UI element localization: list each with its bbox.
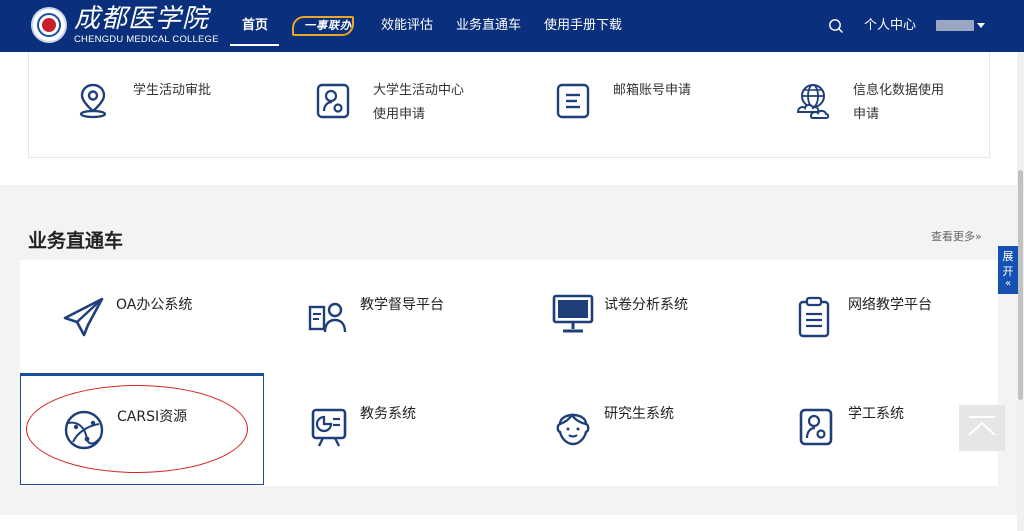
app-student-center-booking[interactable]: 大学生活动中心 使用申请 (315, 82, 535, 132)
college-logo[interactable]: 成都医学院 CHENGDU MEDICAL COLLEGE (31, 4, 221, 46)
double-chevron-left-icon: « (1004, 278, 1012, 289)
monitor-icon (552, 294, 594, 333)
presentation-chart-icon (311, 408, 347, 447)
service-oa-office[interactable]: OA办公系统 (20, 260, 264, 372)
expand-tab-char-2: 开 (1002, 265, 1014, 278)
top-navigation-bar: 成都医学院 CHENGDU MEDICAL COLLEGE 首页 一事联办 效能… (0, 0, 1024, 52)
logo-chinese-name: 成都医学院 (74, 4, 210, 34)
view-more-link[interactable]: 查看更多» (931, 228, 982, 244)
logo-english-name: CHENGDU MEDICAL COLLEGE (74, 34, 219, 45)
service-label: 教务系统 (360, 406, 416, 422)
college-emblem-icon (31, 7, 67, 43)
nav-home[interactable]: 首页 (242, 17, 268, 35)
nav-efficiency-evaluation[interactable]: 效能评估 (381, 17, 433, 35)
service-label: 试卷分析系统 (604, 297, 688, 313)
search-icon[interactable] (828, 18, 844, 34)
nav-manual-download[interactable]: 使用手册下载 (544, 17, 622, 35)
person-card-icon (316, 83, 350, 119)
nav-one-stop-service[interactable]: 一事联办 (292, 14, 356, 38)
app-student-activity-approval[interactable]: 学生活动审批 (75, 82, 295, 132)
app-information-data-application[interactable]: 信息化数据使用 申请 (793, 82, 989, 132)
highlight-annotation-ring (26, 385, 248, 473)
application-card-frame: 学生活动审批 大学生活动中心 使用申请 邮箱账号申请 信息化数据使用 申请 (28, 52, 990, 158)
app-label: 信息化数据使用 (853, 83, 945, 98)
nav-active-underline (230, 44, 279, 46)
user-name-redacted[interactable] (936, 20, 974, 31)
expand-side-panel-tab[interactable]: 展 开 « (998, 246, 1018, 294)
service-label: 研究生系统 (604, 406, 674, 422)
app-label-line2: 使用申请 (373, 107, 426, 122)
app-label: 大学生活动中心 (373, 83, 465, 98)
supervision-icon (308, 302, 347, 333)
expand-tab-char-1: 展 (1002, 250, 1014, 263)
service-graduate-system[interactable]: 研究生系统 (508, 373, 752, 485)
location-pin-icon (79, 83, 107, 119)
service-exam-analysis[interactable]: 试卷分析系统 (508, 260, 752, 372)
service-academic-affairs[interactable]: 教务系统 (264, 373, 508, 485)
app-label-line2: 申请 (853, 107, 880, 122)
service-label: OA办公系统 (116, 297, 193, 313)
service-label: 教学督导平台 (360, 297, 444, 313)
app-label: 邮箱账号申请 (613, 83, 692, 98)
globe-cloud-icon (796, 84, 830, 119)
next-section-edge (0, 515, 1024, 531)
chevron-down-icon[interactable] (977, 23, 985, 28)
nav-one-stop-label: 一事联办 (304, 19, 352, 32)
clipboard-icon (798, 296, 830, 338)
service-teaching-supervision[interactable]: 教学督导平台 (264, 260, 508, 372)
service-online-teaching[interactable]: 网络教学平台 (752, 260, 996, 372)
app-email-account-application[interactable]: 邮箱账号申请 (555, 82, 775, 132)
section-title: 业务直通车 (28, 230, 124, 252)
nav-user-center[interactable]: 个人中心 (864, 17, 916, 35)
scrollbar-thumb[interactable] (1018, 170, 1023, 400)
nav-business-express[interactable]: 业务直通车 (456, 17, 521, 35)
back-to-top-button[interactable] (959, 405, 1005, 451)
app-label: 学生活动审批 (133, 83, 212, 98)
service-label: 学工系统 (848, 406, 904, 422)
person-badge-icon (799, 408, 833, 446)
arrow-up-icon (968, 416, 996, 436)
graduate-face-icon (556, 412, 590, 446)
application-card: 学生活动审批 大学生活动中心 使用申请 邮箱账号申请 信息化数据使用 申请 (0, 52, 1024, 185)
service-label: 网络教学平台 (848, 297, 932, 313)
document-list-icon (556, 83, 590, 119)
paper-plane-icon (63, 297, 104, 337)
